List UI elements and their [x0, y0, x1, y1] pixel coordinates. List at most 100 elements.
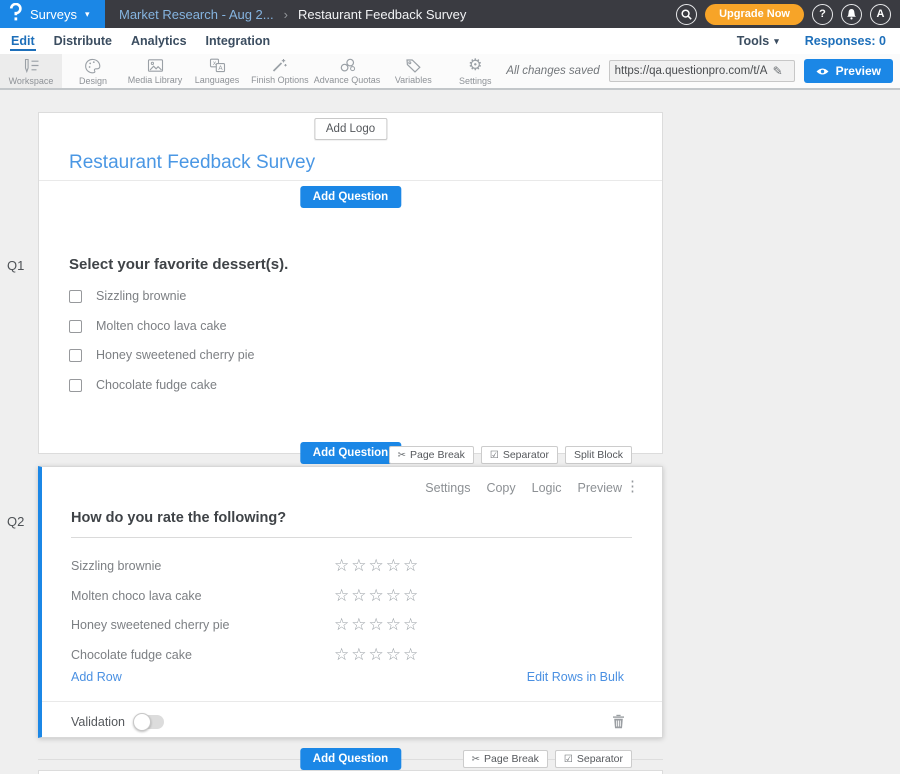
tab-integration[interactable]: Integration — [205, 32, 272, 51]
tab-analytics[interactable]: Analytics — [130, 32, 188, 51]
rating-row-3: Honey sweetened cherry pie ☆☆☆☆☆ — [71, 610, 632, 639]
top-bar: Surveys ▾ Market Research - Aug 2... › R… — [0, 0, 900, 28]
option-label: Chocolate fudge cake — [96, 378, 217, 392]
breadcrumb-folder[interactable]: Market Research - Aug 2... — [119, 7, 274, 22]
question-copy-button[interactable]: Copy — [486, 481, 515, 495]
add-question-button-mid[interactable]: Add Question — [300, 442, 401, 464]
checkbox[interactable] — [69, 379, 82, 392]
trash-icon — [612, 714, 625, 729]
breadcrumb-survey: Restaurant Feedback Survey — [298, 7, 466, 22]
separator-label: Separator — [577, 753, 623, 765]
avatar-initial: A — [877, 8, 885, 20]
workspace-icon — [22, 58, 40, 74]
question-settings-button[interactable]: Settings — [425, 481, 470, 495]
row-label[interactable]: Molten choco lava cake — [71, 589, 202, 603]
topbar-actions: Upgrade Now ? A — [676, 4, 900, 25]
upgrade-now-button[interactable]: Upgrade Now — [705, 4, 804, 25]
page-break-button[interactable]: ✂ Page Break — [389, 446, 474, 464]
question-q1-text[interactable]: Select your favorite dessert(s). — [69, 256, 288, 273]
row-label[interactable]: Honey sweetened cherry pie — [71, 618, 229, 632]
save-status: All changes saved — [506, 65, 599, 77]
account-avatar[interactable]: A — [870, 4, 891, 25]
row-label[interactable]: Sizzling brownie — [71, 559, 161, 573]
q1-option-2[interactable]: Molten choco lava cake — [69, 319, 227, 333]
page-break-button[interactable]: ✂ Page Break — [463, 750, 548, 768]
notifications-button[interactable] — [841, 4, 862, 25]
toolbar-item-settings[interactable]: ⚙ Settings — [444, 54, 506, 88]
kebab-menu-icon[interactable]: ⋮ — [625, 479, 640, 494]
checkbox[interactable] — [69, 320, 82, 333]
add-row-link[interactable]: Add Row — [71, 670, 122, 684]
product-name: Surveys — [30, 7, 77, 22]
survey-url-field: ✎ — [609, 60, 795, 82]
delete-question-button[interactable] — [612, 714, 625, 734]
question-number-q1: Q1 — [7, 258, 24, 273]
q1-option-3[interactable]: Honey sweetened cherry pie — [69, 348, 254, 362]
toolbar-item-design[interactable]: Design — [62, 54, 124, 88]
question-q2-text[interactable]: How do you rate the following? — [71, 510, 286, 526]
tab-distribute[interactable]: Distribute — [53, 32, 113, 51]
page-break-label: Page Break — [410, 449, 465, 461]
survey-title[interactable]: Restaurant Feedback Survey — [69, 152, 315, 174]
survey-block-1: Add Logo Restaurant Feedback Survey Add … — [38, 112, 663, 454]
validation-toggle[interactable] — [134, 715, 164, 729]
toolbar-item-label: Settings — [459, 76, 492, 86]
separator-button[interactable]: ☑ Separator — [481, 446, 558, 464]
validation-control: Validation — [71, 715, 164, 729]
add-logo-button[interactable]: Add Logo — [314, 118, 387, 140]
toolbar-item-label: Variables — [395, 75, 432, 85]
toolbar-right: All changes saved ✎ Preview — [506, 54, 900, 88]
help-icon: ? — [819, 8, 826, 20]
checkbox[interactable] — [69, 349, 82, 362]
tools-dropdown[interactable]: Tools ▾ — [737, 34, 779, 48]
toolbar-item-label: Workspace — [9, 76, 54, 86]
star-rating[interactable]: ☆☆☆☆☆ — [334, 616, 420, 633]
toolbar-item-workspace[interactable]: Workspace — [0, 54, 62, 88]
add-question-button-bottom[interactable]: Add Question — [300, 748, 401, 770]
toolbar-item-label: Finish Options — [251, 75, 309, 85]
tools-label: Tools — [737, 34, 769, 48]
tab-edit[interactable]: Edit — [10, 32, 36, 51]
q1-option-1[interactable]: Sizzling brownie — [69, 289, 186, 303]
question-logic-button[interactable]: Logic — [532, 481, 562, 495]
toolbar-item-advance-quotas[interactable]: Advance Quotas — [312, 54, 383, 88]
edit-url-pencil-icon[interactable]: ✎ — [773, 64, 788, 78]
question-preview-button[interactable]: Preview — [578, 481, 622, 495]
separator-icon: ☑ — [564, 754, 573, 765]
responses-count[interactable]: Responses: 0 — [805, 34, 886, 48]
edit-rows-in-bulk-link[interactable]: Edit Rows in Bulk — [527, 670, 624, 684]
image-icon — [147, 58, 164, 73]
toolbar-item-label: Languages — [195, 75, 240, 85]
search-icon — [681, 9, 692, 20]
star-rating[interactable]: ☆☆☆☆☆ — [334, 646, 420, 663]
search-button[interactable] — [676, 4, 697, 25]
row-label[interactable]: Chocolate fudge cake — [71, 648, 192, 662]
product-switcher[interactable]: Surveys ▾ — [0, 0, 105, 28]
scissors-icon: ✂ — [472, 754, 480, 765]
toolbar-item-finish-options[interactable]: Finish Options — [248, 54, 312, 88]
block-tools: ✂ Page Break ☑ Separator Split Block — [389, 446, 632, 464]
checkbox[interactable] — [69, 290, 82, 303]
separator-icon: ☑ — [490, 450, 499, 461]
divider — [42, 701, 662, 702]
toolbar-item-media-library[interactable]: Media Library — [124, 54, 186, 88]
star-rating[interactable]: ☆☆☆☆☆ — [334, 557, 420, 574]
next-survey-block-partial — [38, 770, 663, 774]
help-button[interactable]: ? — [812, 4, 833, 25]
star-rating[interactable]: ☆☆☆☆☆ — [334, 587, 420, 604]
split-block-label: Split Block — [574, 449, 623, 461]
chevron-down-icon: ▾ — [774, 37, 779, 46]
option-label: Sizzling brownie — [96, 289, 186, 303]
option-label: Honey sweetened cherry pie — [96, 348, 254, 362]
survey-block-q2-selected: Settings Copy Logic Preview ⋮ How do you… — [38, 466, 663, 738]
divider — [39, 180, 662, 181]
q1-option-4[interactable]: Chocolate fudge cake — [69, 378, 217, 392]
add-question-button-top[interactable]: Add Question — [300, 186, 401, 208]
validation-label: Validation — [71, 715, 125, 729]
toolbar-item-languages[interactable]: x A Languages — [186, 54, 248, 88]
separator-button[interactable]: ☑ Separator — [555, 750, 632, 768]
survey-url-input[interactable] — [610, 65, 773, 77]
toolbar-item-variables[interactable]: Variables — [382, 54, 444, 88]
split-block-button[interactable]: Split Block — [565, 446, 632, 464]
preview-button[interactable]: Preview — [804, 59, 893, 83]
